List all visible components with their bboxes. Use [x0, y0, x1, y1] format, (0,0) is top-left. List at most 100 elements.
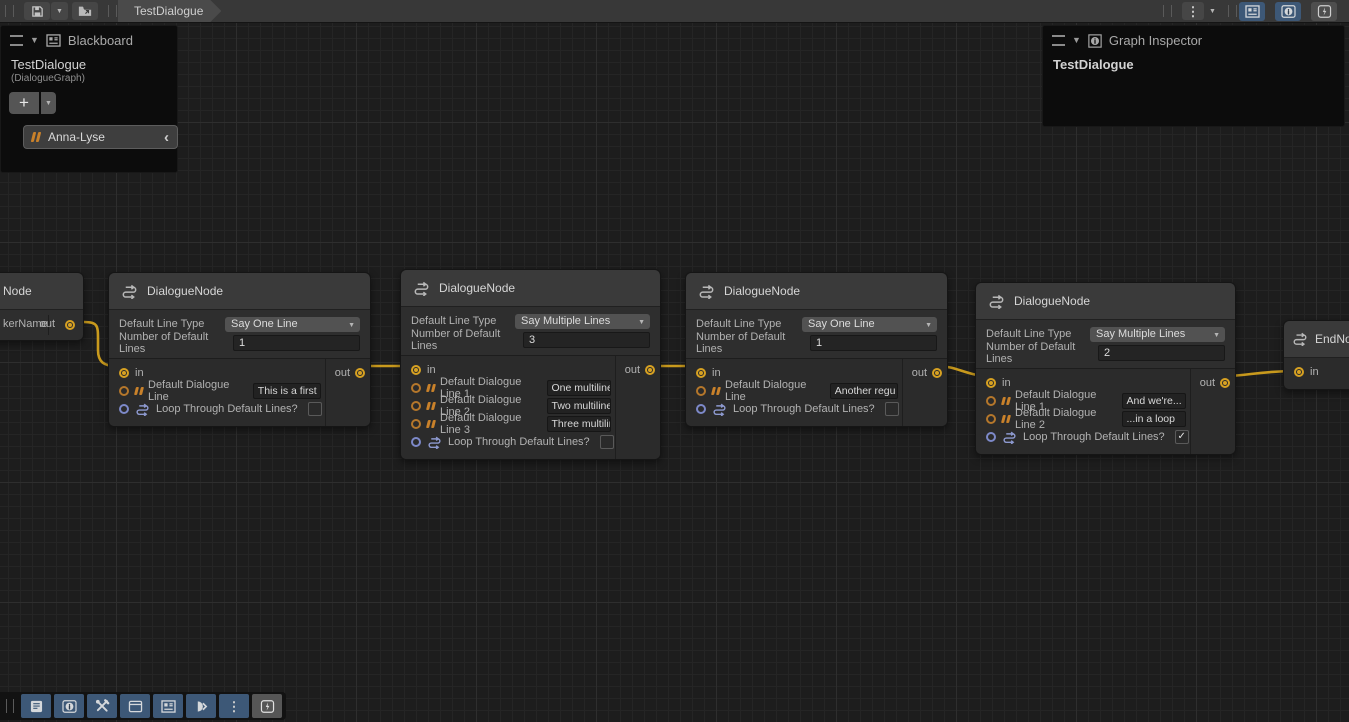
collapse-triangle-icon[interactable]: ▼	[1072, 36, 1081, 45]
loop-port[interactable]	[986, 432, 996, 442]
toggle-blackboard-button[interactable]	[1239, 2, 1265, 21]
toolbar-drag-handle[interactable]	[1228, 5, 1237, 17]
options-dropdown-button[interactable]: ▼	[1205, 2, 1220, 20]
dialogue-node-icon	[121, 284, 138, 299]
save-dropdown-button[interactable]: ▼	[51, 2, 68, 20]
num-lines-input[interactable]: 1	[233, 335, 360, 351]
num-lines-input[interactable]: 3	[523, 332, 650, 348]
loop-checkbox[interactable]: ✓	[1175, 430, 1189, 444]
num-lines-input[interactable]: 2	[1098, 345, 1225, 361]
quote-icon	[427, 402, 434, 410]
toggle-preview-button[interactable]	[186, 694, 216, 718]
graph-tab-label: TestDialogue	[134, 4, 203, 18]
more-options-button[interactable]: ⋮	[219, 694, 249, 718]
open-asset-button[interactable]	[72, 2, 98, 20]
out-port[interactable]	[65, 320, 75, 330]
loop-port[interactable]	[119, 404, 129, 414]
toolbar-drag-handle[interactable]	[6, 699, 14, 713]
num-lines-input[interactable]: 1	[810, 335, 937, 351]
node-title: EndNode	[1315, 332, 1349, 346]
info-icon	[1088, 34, 1102, 48]
loop-port[interactable]	[411, 437, 421, 447]
field-name: Anna-Lyse	[48, 130, 156, 144]
document-icon	[29, 700, 44, 713]
toggle-console-button[interactable]	[21, 694, 51, 718]
dialogue-line-input[interactable]: This is a first	[253, 383, 321, 399]
dialogue-line-port[interactable]	[411, 383, 421, 393]
dialogue-line-port[interactable]	[986, 396, 996, 406]
toolbar-drag-handle[interactable]	[5, 5, 14, 17]
bottom-toolbar: ⋮	[0, 692, 286, 720]
toggle-tools-button[interactable]	[87, 694, 117, 718]
toggle-graph-processing-button[interactable]	[252, 694, 282, 718]
quote-icon	[135, 387, 142, 395]
dialogue-node-3[interactable]: DialogueNode Default Line Type Say One L…	[685, 272, 948, 427]
dialogue-line-port[interactable]	[986, 414, 996, 424]
out-port[interactable]	[1220, 378, 1230, 388]
loop-port[interactable]	[696, 404, 706, 414]
chevron-left-icon[interactable]: ‹	[164, 130, 169, 145]
line-type-dropdown[interactable]: Say Multiple Lines▼	[515, 314, 650, 329]
collapse-triangle-icon[interactable]: ▼	[30, 36, 39, 45]
out-port[interactable]	[355, 368, 365, 378]
dialogue-line-input[interactable]: ...in a loop	[1122, 411, 1186, 427]
dialogue-line-port[interactable]	[411, 401, 421, 411]
blackboard-field-anna-lyse[interactable]: Anna-Lyse ‹	[23, 125, 178, 149]
blackboard-icon	[46, 34, 61, 47]
graph-canvas[interactable]: ▼ TestDialogue ⋮ ▼ ▼ Blackboard TestDial…	[0, 0, 1349, 722]
loop-icon	[427, 436, 442, 449]
node-title: Node	[3, 284, 32, 298]
blackboard-title: Blackboard	[68, 33, 133, 48]
graph-inspector-header[interactable]: ▼ Graph Inspector	[1043, 26, 1344, 53]
blackboard-graph-type: (DialogueGraph)	[1, 72, 177, 90]
save-button[interactable]	[24, 2, 50, 20]
dialogue-line-input[interactable]: And we're...	[1122, 393, 1186, 409]
line-type-dropdown[interactable]: Say Multiple Lines▼	[1090, 327, 1225, 342]
chevron-down-icon: ▼	[56, 8, 63, 15]
out-port[interactable]	[645, 365, 655, 375]
in-port[interactable]	[119, 368, 129, 378]
dialogue-line-input[interactable]: Two multiline	[547, 398, 611, 414]
toolbar-drag-handle[interactable]	[1163, 5, 1172, 17]
end-node[interactable]: EndNode in	[1283, 320, 1349, 390]
out-port[interactable]	[932, 368, 942, 378]
chevron-down-icon: ▼	[1209, 8, 1216, 15]
dialogue-line-port[interactable]	[411, 419, 421, 429]
hamburger-icon[interactable]	[1052, 35, 1065, 46]
speaker-node[interactable]: Node kerName out	[0, 272, 84, 341]
toggle-graph-inspector-button[interactable]	[1275, 2, 1301, 21]
line-type-dropdown[interactable]: Say One Line▼	[802, 317, 937, 332]
line-type-dropdown[interactable]: Say One Line▼	[225, 317, 360, 332]
in-port[interactable]	[411, 365, 421, 375]
blackboard-header[interactable]: ▼ Blackboard	[1, 26, 177, 53]
dialogue-line-input[interactable]: Another regu	[830, 383, 898, 399]
toggle-blackboard-button[interactable]	[153, 694, 183, 718]
line-type-label: Default Line Type	[696, 318, 802, 330]
add-variable-button[interactable]: +	[9, 92, 39, 114]
graph-tab[interactable]: TestDialogue	[118, 0, 221, 22]
dialogue-line-input[interactable]: One multiline	[547, 380, 611, 396]
loop-checkbox[interactable]	[885, 402, 899, 416]
add-variable-dropdown[interactable]: ▼	[41, 92, 56, 114]
toggle-window-button[interactable]	[120, 694, 150, 718]
num-lines-label: Number of Default Lines	[119, 331, 233, 355]
dialogue-line-port[interactable]	[696, 386, 706, 396]
dialogue-node-2[interactable]: DialogueNode Default Line Type Say Multi…	[400, 269, 661, 460]
dialogue-node-1[interactable]: DialogueNode Default Line Type Say One L…	[108, 272, 371, 427]
in-port[interactable]	[696, 368, 706, 378]
dialogue-line-input[interactable]: Three multiline	[547, 416, 611, 432]
in-port[interactable]	[986, 378, 996, 388]
toggle-inspector-button[interactable]	[54, 694, 84, 718]
loop-checkbox[interactable]	[308, 402, 322, 416]
dialogue-node-4[interactable]: DialogueNode Default Line Type Say Multi…	[975, 282, 1236, 455]
line-type-label: Default Line Type	[986, 328, 1090, 340]
hamburger-icon[interactable]	[10, 35, 23, 46]
loop-checkbox[interactable]	[600, 435, 614, 449]
quote-icon	[712, 387, 719, 395]
options-menu-button[interactable]: ⋮	[1182, 2, 1204, 20]
in-port[interactable]	[1294, 367, 1304, 377]
toggle-graph-processing-button[interactable]	[1311, 2, 1337, 21]
toolbar-drag-handle[interactable]	[108, 5, 117, 17]
window-icon	[128, 700, 143, 713]
dialogue-line-port[interactable]	[119, 386, 129, 396]
